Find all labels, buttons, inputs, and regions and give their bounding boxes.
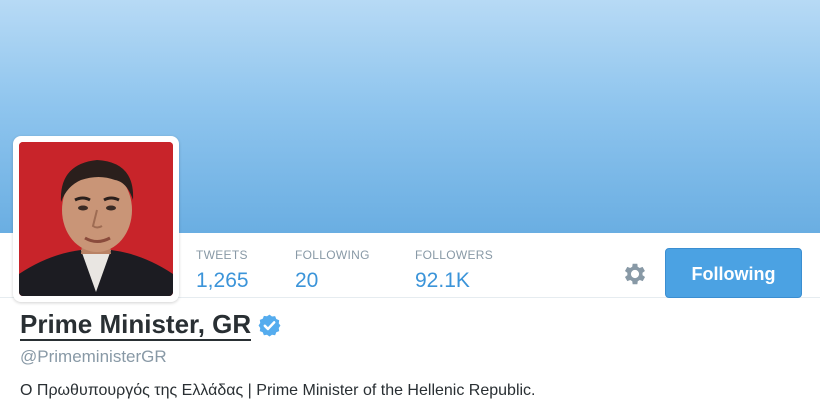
stat-following-value: 20 (295, 269, 319, 292)
following-button[interactable]: Following (665, 248, 802, 298)
stat-tweets-label: TWEETS (196, 248, 248, 262)
profile-bio: Ο Πρωθυπουργός της Ελλάδας | Prime Minis… (20, 382, 536, 399)
avatar-frame (13, 136, 179, 302)
stat-tweets[interactable]: TWEETS 1,265 (196, 248, 249, 294)
profile-page: TWEETS 1,265 FOLLOWING 20 FOLLOWERS 92.1… (0, 0, 820, 418)
avatar[interactable] (19, 142, 173, 296)
profile-name[interactable]: Prime Minister, GR (20, 309, 252, 341)
stat-followers[interactable]: FOLLOWERS 92.1K (415, 248, 493, 294)
profile-handle[interactable]: @PrimeministerGR (20, 347, 167, 367)
stat-followers-value: 92.1K (415, 269, 470, 292)
gear-icon[interactable] (621, 260, 649, 288)
verified-badge-icon (257, 313, 282, 338)
stat-followers-label: FOLLOWERS (415, 248, 494, 262)
stat-tweets-value: 1,265 (196, 269, 249, 292)
profile-name-row: Prime Minister, GR (20, 309, 282, 341)
avatar-image (19, 142, 173, 296)
stat-following[interactable]: FOLLOWING 20 (295, 248, 370, 294)
stat-following-label: FOLLOWING (295, 248, 370, 262)
